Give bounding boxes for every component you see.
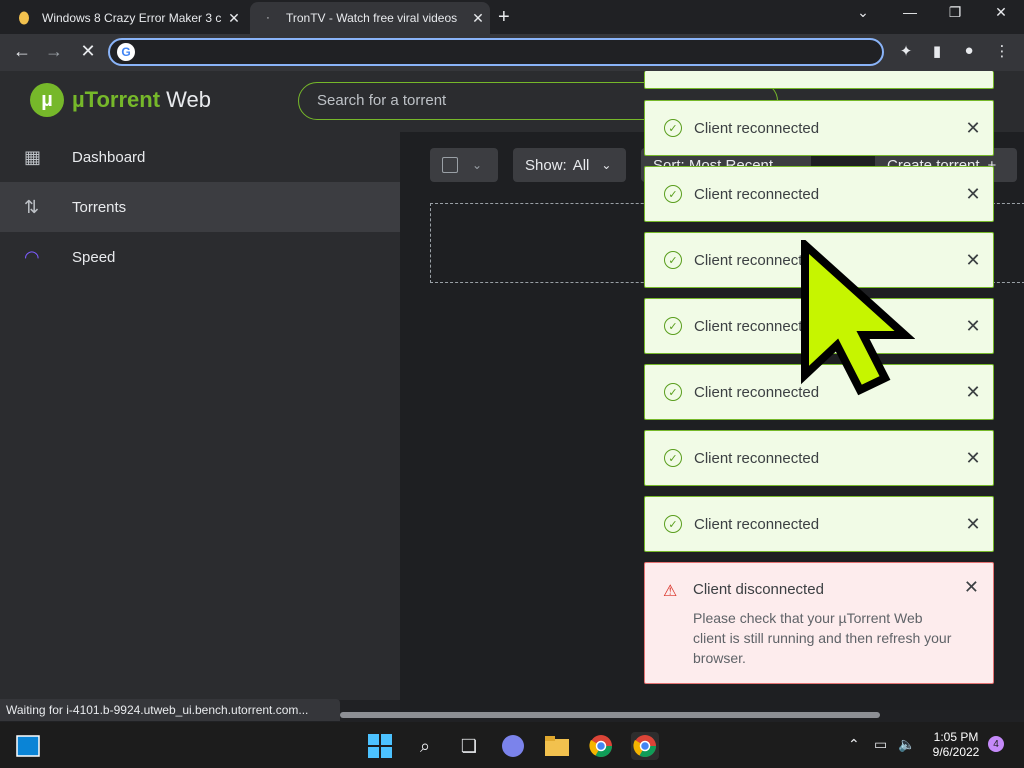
toast-client-reconnected: ✓ Client reconnected ✕ bbox=[644, 496, 994, 552]
sidebar-item-label: Torrents bbox=[72, 198, 127, 216]
taskbar: ⌕ ❏ ⌃ ▭ 🔈 1:05 PM 9/6/2022 4 bbox=[0, 722, 1024, 768]
sidebar-item-label: Speed bbox=[72, 248, 116, 266]
large-cursor-icon bbox=[801, 240, 915, 396]
status-bubble: Waiting for i-4101.b-9924.utweb_ui.bench… bbox=[0, 699, 340, 721]
utorrent-logo[interactable]: µ µTorrent Web bbox=[30, 83, 211, 117]
minimize-icon[interactable]: — bbox=[895, 4, 925, 20]
chrome-icon[interactable] bbox=[587, 732, 615, 760]
forward-icon[interactable]: → bbox=[42, 41, 66, 62]
sidebar: ▦ Dashboard ⇅ Torrents ◠ Speed bbox=[0, 132, 400, 700]
utorrent-logo-icon: µ bbox=[30, 83, 64, 117]
check-circle-icon: ✓ bbox=[664, 251, 682, 269]
close-icon[interactable]: ✕ bbox=[953, 514, 993, 535]
loading-favicon-icon: · bbox=[266, 12, 270, 24]
checkbox-icon bbox=[442, 157, 458, 173]
tab-error-maker[interactable]: Windows 8 Crazy Error Maker 3 c ✕ bbox=[6, 2, 246, 34]
close-icon[interactable]: ✕ bbox=[953, 448, 993, 469]
logo-name: µTorrent bbox=[72, 87, 161, 112]
clock-time: 1:05 PM bbox=[933, 730, 979, 744]
sidebar-item-torrents[interactable]: ⇅ Torrents bbox=[0, 182, 400, 232]
close-window-icon[interactable]: ✕ bbox=[986, 4, 1016, 21]
back-icon[interactable]: ← bbox=[10, 41, 34, 62]
sidebar-item-label: Dashboard bbox=[72, 148, 146, 166]
warning-icon: ⚠ bbox=[663, 583, 678, 600]
horizontal-scrollbar[interactable] bbox=[340, 712, 880, 718]
tray-overflow-icon[interactable]: ⌃ bbox=[848, 736, 860, 753]
notification-badge[interactable]: 4 bbox=[988, 736, 1004, 752]
close-icon[interactable]: ✕ bbox=[964, 577, 979, 598]
check-circle-icon: ✓ bbox=[664, 515, 682, 533]
speedometer-icon: ◠ bbox=[24, 246, 40, 267]
updown-arrows-icon: ⇅ bbox=[24, 196, 40, 217]
check-circle-icon: ✓ bbox=[664, 119, 682, 137]
profile-icon[interactable]: ● bbox=[957, 42, 981, 59]
close-tab-icon[interactable]: ✕ bbox=[222, 10, 246, 27]
close-icon[interactable]: ✕ bbox=[953, 316, 993, 337]
toast-client-reconnected: ✓ Client reconnected ✕ bbox=[644, 166, 994, 222]
close-icon[interactable]: ✕ bbox=[953, 118, 993, 139]
toast-message: Client reconnected bbox=[694, 449, 820, 467]
toast-message: Client reconnected bbox=[694, 185, 820, 203]
network-icon[interactable]: ▭ bbox=[874, 736, 887, 753]
toast-client-disconnected: ⚠ Client disconnected Please check that … bbox=[644, 562, 994, 684]
egg-favicon-icon bbox=[16, 10, 32, 26]
tab-title: TronTV - Watch free viral videos bbox=[286, 11, 458, 25]
close-icon[interactable]: ✕ bbox=[953, 382, 993, 403]
toast-partial bbox=[644, 71, 994, 89]
tab-title: Windows 8 Crazy Error Maker 3 c bbox=[42, 11, 222, 25]
file-explorer-icon[interactable] bbox=[543, 732, 571, 760]
toast-message: Client reconnected bbox=[694, 515, 820, 533]
check-circle-icon: ✓ bbox=[664, 383, 682, 401]
show-value: All bbox=[572, 156, 590, 174]
browser-toolbar: ← → ✕ G ✦ ▮ ● ⋮ bbox=[0, 34, 1024, 71]
close-icon[interactable]: ✕ bbox=[953, 184, 993, 205]
check-circle-icon: ✓ bbox=[664, 185, 682, 203]
toast-client-reconnected: ✓ Client reconnected ✕ bbox=[644, 100, 994, 156]
search-icon[interactable]: ⌕ bbox=[411, 732, 439, 760]
menu-icon[interactable]: ⋮ bbox=[990, 42, 1014, 60]
close-icon[interactable]: ✕ bbox=[953, 250, 993, 271]
side-panel-icon[interactable]: ▮ bbox=[925, 42, 949, 60]
show-filter-dropdown[interactable]: Show: All ⌄ bbox=[513, 148, 626, 182]
restore-icon[interactable]: ❐ bbox=[940, 4, 970, 21]
logo-web: Web bbox=[160, 87, 211, 112]
clock[interactable]: 1:05 PM 9/6/2022 bbox=[926, 730, 986, 760]
toast-message: Client reconnected bbox=[694, 119, 820, 137]
show-label: Show: bbox=[525, 156, 567, 174]
task-view-icon[interactable] bbox=[14, 732, 42, 760]
browser-tab-bar: Windows 8 Crazy Error Maker 3 c ✕ · Tron… bbox=[0, 0, 1024, 34]
teams-chat-icon[interactable] bbox=[499, 732, 527, 760]
address-bar[interactable]: G bbox=[108, 38, 884, 66]
sidebar-item-speed[interactable]: ◠ Speed bbox=[0, 232, 400, 282]
sidebar-item-dashboard[interactable]: ▦ Dashboard bbox=[0, 132, 400, 182]
chrome-active-icon[interactable] bbox=[631, 732, 659, 760]
extensions-icon[interactable]: ✦ bbox=[894, 42, 918, 60]
windows-start-icon[interactable] bbox=[366, 732, 394, 760]
chevron-down-icon: ⌄ bbox=[472, 158, 483, 172]
tab-search-icon[interactable]: ⌄ bbox=[848, 4, 878, 21]
select-all-dropdown[interactable]: ⌄ bbox=[430, 148, 498, 182]
clock-date: 9/6/2022 bbox=[932, 745, 980, 759]
toast-client-reconnected: ✓ Client reconnected ✕ bbox=[644, 430, 994, 486]
tab-trontv[interactable]: · TronTV - Watch free viral videos ✕ bbox=[250, 2, 490, 34]
dashboard-icon: ▦ bbox=[24, 146, 42, 167]
check-circle-icon: ✓ bbox=[664, 449, 682, 467]
task-switcher-icon[interactable]: ❏ bbox=[455, 732, 483, 760]
new-tab-button[interactable]: + bbox=[498, 6, 510, 29]
stop-loading-icon[interactable]: ✕ bbox=[76, 41, 100, 62]
chevron-down-icon: ⌄ bbox=[601, 158, 612, 172]
google-icon: G bbox=[117, 43, 135, 61]
close-tab-icon[interactable]: ✕ bbox=[466, 10, 490, 27]
error-body: Please check that your µTorrent Web clie… bbox=[693, 610, 952, 666]
volume-icon[interactable]: 🔈 bbox=[898, 736, 915, 753]
check-circle-icon: ✓ bbox=[664, 317, 682, 335]
error-title: Client disconnected bbox=[693, 581, 824, 598]
